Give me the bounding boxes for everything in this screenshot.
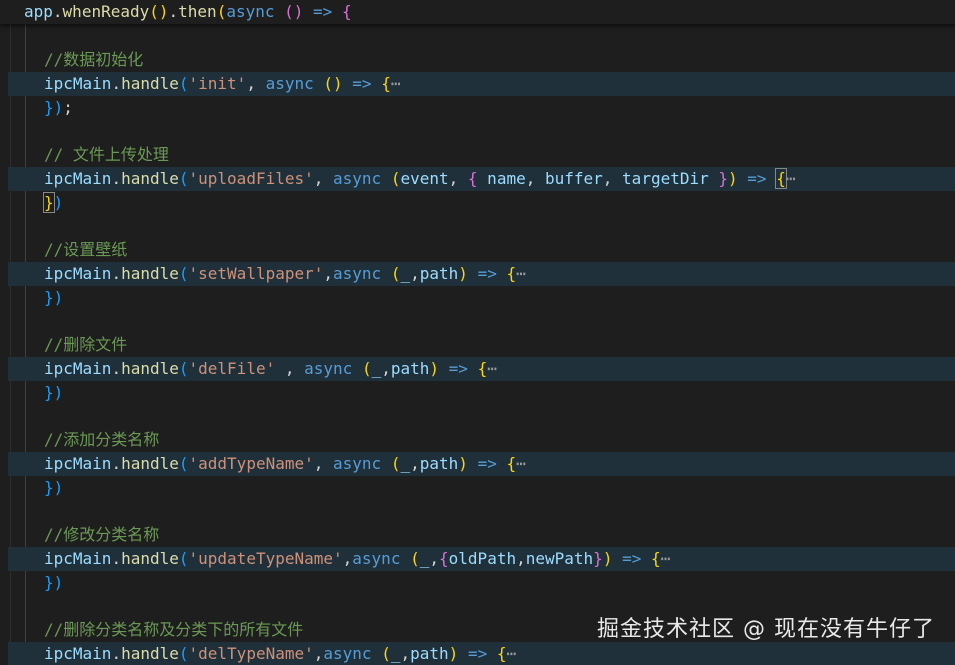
code-comment: //设置壁纸 [44,240,128,259]
code-editor[interactable]: app.whenReady().then(async () => { //数据初… [0,0,955,665]
async-keyword: async [304,359,353,378]
close-line: }) [44,288,64,307]
code-line-upload-files[interactable]: ipcMain.handle('uploadFiles', async (eve… [8,167,955,191]
async-keyword: async [265,74,314,93]
async-keyword: async [323,644,372,663]
arrow-operator: => [313,2,333,21]
close-line: }); [44,98,73,117]
folded-body-icon[interactable]: {⋯ [651,549,670,568]
comment-line: //删除分类名称及分类下的所有文件 [0,618,303,642]
code-line-update-type-name[interactable]: ipcMain.handle('updateTypeName',async (_… [8,547,955,571]
channel-string: 'updateTypeName' [188,549,343,568]
ipcmain-identifier: ipcMain [44,549,112,568]
channel-string: 'init' [188,74,247,93]
app-identifier: app [24,2,53,21]
comment-line: //添加分类名称 [0,428,159,452]
code-comment: //删除文件 [44,335,128,354]
params: () [323,74,343,93]
channel-string: 'delTypeName' [188,644,314,663]
channel-string: 'setWallpaper' [188,264,324,283]
close-line: }) [44,383,64,402]
open-brace: { [341,2,352,21]
arrow-operator: => [352,74,372,93]
arrow-operator: => [448,359,468,378]
ipcmain-identifier: ipcMain [44,169,112,188]
code-line-del-file[interactable]: ipcMain.handle('delFile' , async (_,path… [8,357,955,381]
separator: , [342,549,353,568]
handle-call: handle [121,169,179,188]
then-call: then [178,2,217,21]
ipcmain-identifier: ipcMain [44,359,112,378]
channel-string: 'uploadFiles' [188,169,314,188]
folded-body-icon[interactable]: {⋯ [775,168,795,189]
separator: , [246,74,266,93]
sticky-scroll-header[interactable]: app.whenReady().then(async () => { [0,0,955,24]
code-line-init[interactable]: ipcMain.handle('init', async () => {⋯ [8,72,955,96]
code-line-set-wallpaper[interactable]: ipcMain.handle('setWallpaper',async (_,p… [8,262,955,286]
separator: , [323,264,334,283]
async-keyword: async [333,169,382,188]
ipcmain-identifier: ipcMain [44,644,112,663]
async-keyword: async [226,2,275,21]
code-comment: //删除分类名称及分类下的所有文件 [44,620,304,639]
when-ready-call: whenReady [62,2,150,21]
code-comment: //添加分类名称 [44,430,160,449]
folded-body-icon[interactable]: {⋯ [506,264,525,283]
handle-call: handle [121,549,179,568]
folded-body-icon[interactable]: {⋯ [381,74,400,93]
handle-call: handle [121,454,179,473]
code-line-del-type-name[interactable]: ipcMain.handle('delTypeName',async (_,pa… [8,642,955,665]
arrow-operator: => [747,169,767,188]
separator: , [313,454,334,473]
comment-line: //设置壁纸 [0,238,127,262]
handle-call: handle [121,644,179,663]
arrow-operator: => [477,454,497,473]
folded-body-icon[interactable]: {⋯ [478,359,497,378]
sticky-line[interactable]: app.whenReady().then(async () => { [0,0,352,24]
handle-call: handle [121,264,179,283]
separator: , [313,644,324,663]
ipcmain-identifier: ipcMain [44,74,112,93]
arrow-operator: => [477,264,497,283]
handle-call: handle [121,74,179,93]
code-comment: //修改分类名称 [44,525,160,544]
watermark: 掘金技术社区 @ 现在没有牛仔了 [597,617,935,642]
comment-line: // 文件上传处理 [0,143,169,167]
close-line: }) [43,192,64,213]
ipcmain-identifier: ipcMain [44,454,112,473]
close-line: }) [44,478,64,497]
channel-string: 'delFile' [188,359,276,378]
code-line-add-type-name[interactable]: ipcMain.handle('addTypeName', async (_,p… [8,452,955,476]
code-comment: // 文件上传处理 [44,145,169,164]
comment-line: //修改分类名称 [0,523,159,547]
channel-string: 'addTypeName' [188,454,314,473]
comment-line: //删除文件 [0,333,127,357]
async-keyword: async [333,454,382,473]
ipcmain-identifier: ipcMain [44,264,112,283]
folded-body-icon[interactable]: {⋯ [497,644,516,663]
separator: , [313,169,334,188]
code-comment: //数据初始化 [44,50,144,69]
arrow-operator: => [622,549,642,568]
arrow-operator: => [467,644,488,663]
handle-call: handle [121,359,179,378]
close-line: }) [44,573,64,592]
async-keyword: async [352,549,401,568]
separator: , [275,359,305,378]
async-keyword: async [333,264,382,283]
folded-body-icon[interactable]: {⋯ [506,454,525,473]
